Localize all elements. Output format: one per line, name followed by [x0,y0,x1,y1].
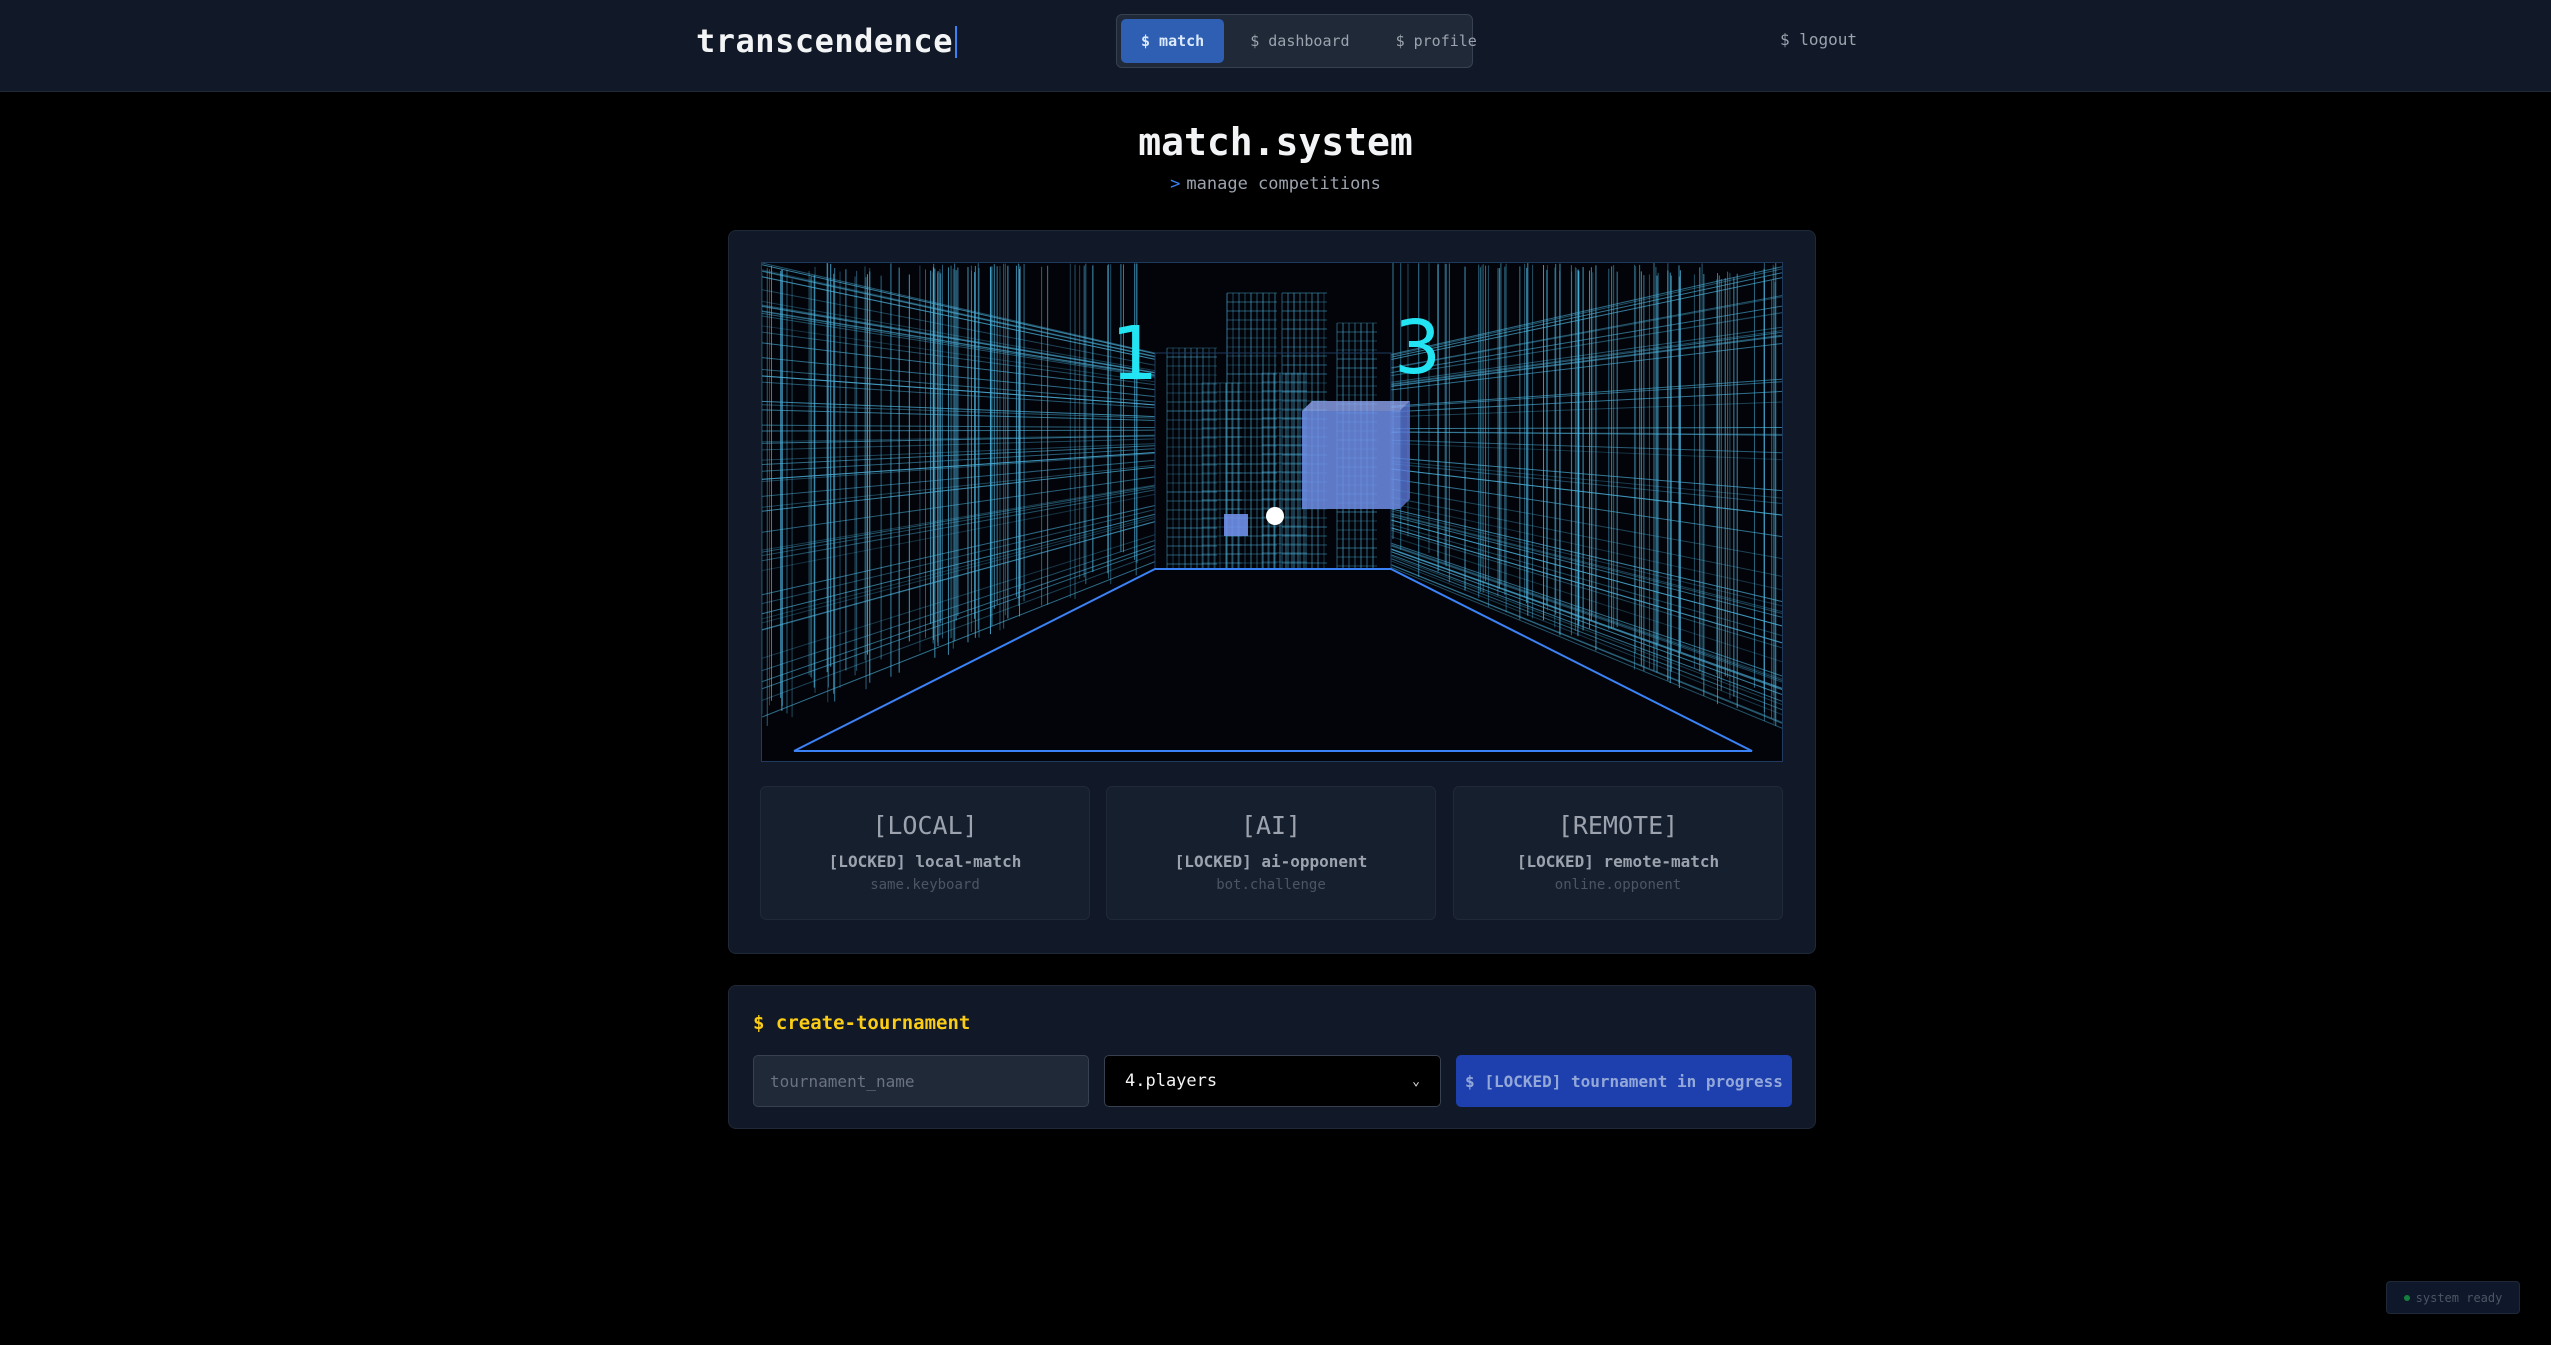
pong-arena-canvas[interactable]: 1 3 [761,262,1783,762]
pong-ball [1266,507,1284,525]
mode-description: bot.challenge [1216,877,1326,893]
tournament-panel: $ create-tournament 4.players ⌄ $ [LOCKE… [728,985,1816,1129]
mode-status: [LOCKED] remote-match [1516,852,1720,871]
game-panel: 1 3 [LOCAL] [LOCKED] local-match same.ke… [728,230,1816,954]
logout-button[interactable]: $ logout [1780,30,1857,49]
opponent-paddle-cube [1302,401,1410,509]
brand-logo[interactable]: transcendence [696,22,957,60]
tournament-name-input[interactable] [753,1055,1089,1107]
mode-tag: [AI] [1240,811,1302,840]
mode-card-local[interactable]: [LOCAL] [LOCKED] local-match same.keyboa… [760,786,1090,920]
status-text: system ready [2415,1290,2503,1305]
mode-card-remote[interactable]: [REMOTE] [LOCKED] remote-match online.op… [1453,786,1783,920]
mode-status: [LOCKED] local-match [828,852,1022,871]
mode-tag: [LOCAL] [872,811,978,840]
brand-text: transcendence [696,22,953,60]
status-dot-icon [2403,1294,2410,1301]
prompt-symbol: > [1170,174,1181,194]
top-navbar: transcendence $ match $ dashboard $ prof… [0,0,2551,92]
player-count-select[interactable]: 4.players ⌄ [1104,1055,1441,1107]
mode-tag: [REMOTE] [1557,811,1679,840]
subtitle-text: manage competitions [1186,174,1381,194]
player-paddle [1224,514,1248,536]
chevron-down-icon: ⌄ [1412,1073,1420,1089]
nav-match-button[interactable]: $ match [1121,19,1225,63]
score-left: 1 [1111,311,1159,397]
arena-3d-scene [762,263,1782,752]
tournament-title: $ create-tournament [753,1012,971,1034]
mode-description: online.opponent [1554,877,1682,893]
player-count-value: 4.players [1125,1071,1218,1091]
system-status-badge: system ready [2386,1281,2520,1314]
page-subtitle: > manage competitions [0,174,2551,194]
main-nav: $ match $ dashboard $ profile [1116,14,1477,68]
nav-dashboard-button[interactable]: $ dashboard [1230,19,1369,63]
page-title: match.system [1138,120,1413,164]
nav-profile-button[interactable]: $ profile [1376,19,1497,63]
text-cursor [954,26,957,58]
create-tournament-button[interactable]: $ [LOCKED] tournament in progress [1456,1055,1792,1107]
wireframe-city-grid [762,263,1782,729]
score-right: 3 [1394,305,1442,391]
mode-description: same.keyboard [870,877,980,893]
mode-card-ai[interactable]: [AI] [LOCKED] ai-opponent bot.challenge [1106,786,1436,920]
mode-status: [LOCKED] ai-opponent [1174,852,1368,871]
